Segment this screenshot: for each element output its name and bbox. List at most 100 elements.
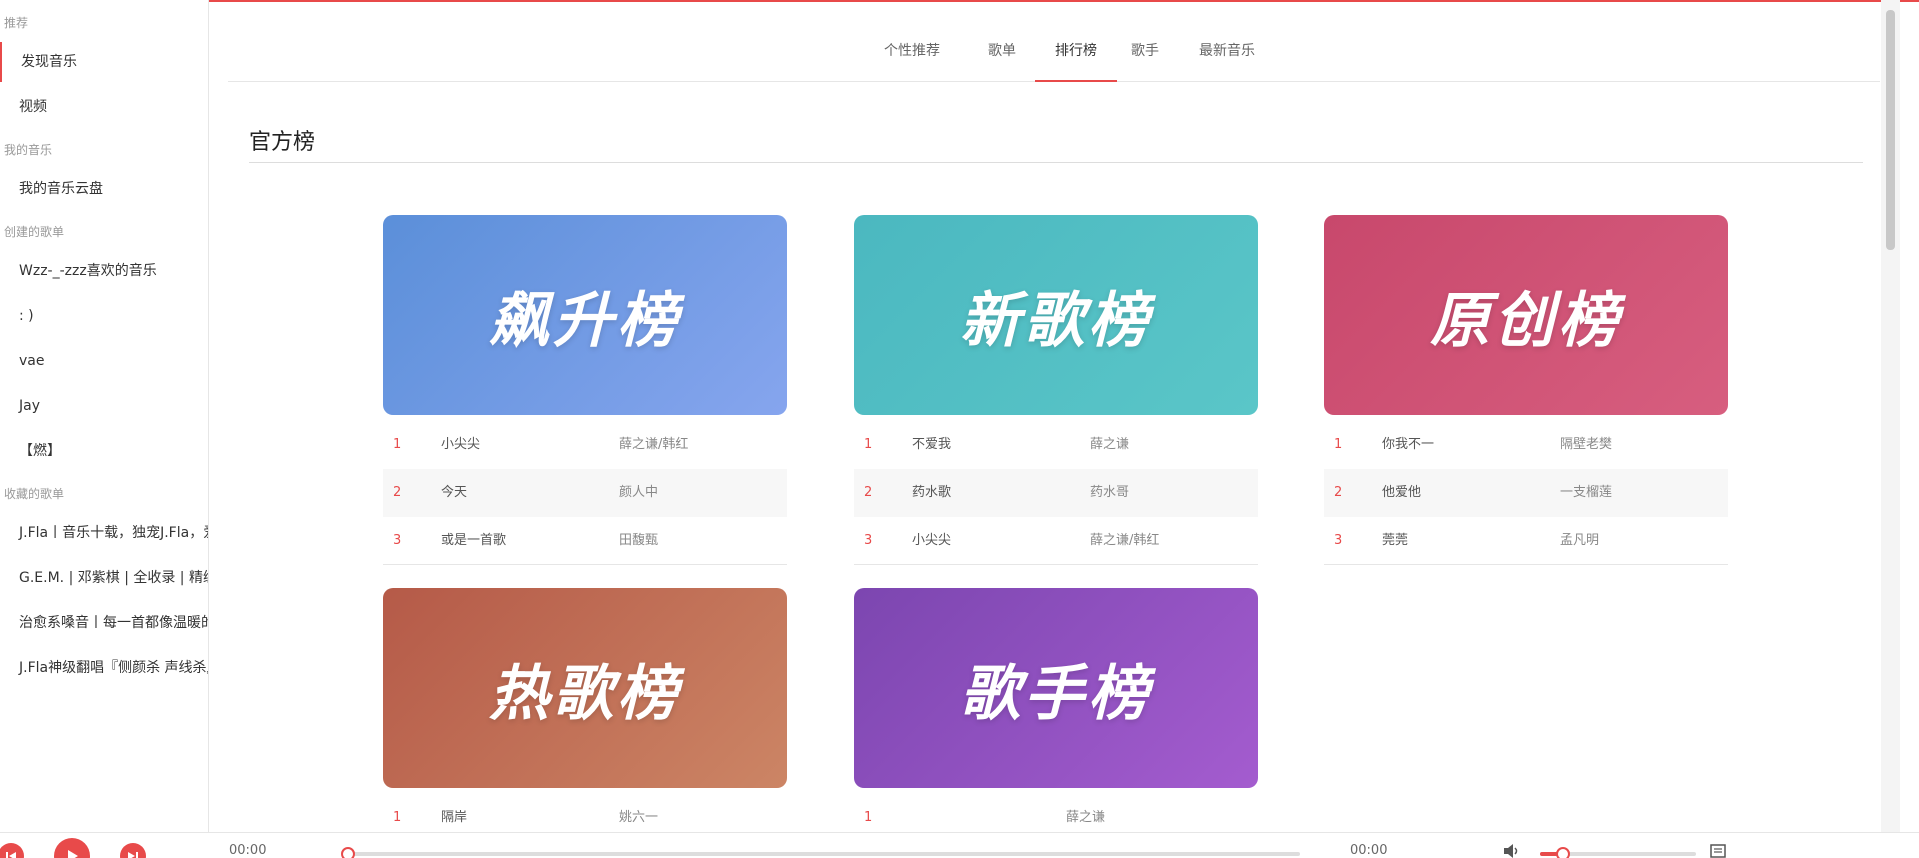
table-row[interactable]: 3 或是一首歌 田馥甄	[383, 517, 787, 565]
next-icon	[128, 852, 138, 858]
table-row[interactable]: 3 莞莞 孟凡明	[1324, 517, 1728, 565]
artist-name: 姚六一	[619, 810, 659, 825]
sidebar-item-heal[interactable]: 治愈系嗓音丨每一首都像温暖的	[0, 603, 208, 643]
artist-name: 一支榴莲	[1560, 485, 1613, 500]
sidebar-item-gem[interactable]: G.E.M. | 邓紫棋 | 全收录 | 精编	[0, 558, 208, 598]
section-title: 官方榜	[249, 130, 316, 155]
progress-knob[interactable]	[341, 847, 355, 858]
song-name: 你我不一	[1382, 437, 1435, 452]
song-name: 他爱他	[1382, 485, 1422, 500]
song-name: 不爱我	[912, 437, 952, 452]
song-name: 小尖尖	[441, 437, 481, 452]
board-cover-title: 热歌榜	[489, 658, 681, 729]
board-cover-title: 原创榜	[1430, 285, 1622, 356]
tab-bar: 个性推荐 歌单 排行榜 歌手 最新音乐	[228, 0, 1880, 82]
sidebar-item-burn[interactable]: 【燃】	[0, 431, 208, 471]
sidebar-section-collected: 收藏的歌单	[4, 487, 65, 501]
rank: 2	[393, 485, 402, 500]
board-cover[interactable]: 歌手榜	[854, 588, 1258, 788]
sidebar-section-created: 创建的歌单	[4, 225, 65, 239]
table-row[interactable]: 2 今天 颜人中	[383, 469, 787, 517]
next-button[interactable]	[120, 843, 146, 858]
table-row[interactable]: 2 他爱他 一支榴莲	[1324, 469, 1728, 517]
sidebar-item-cloud[interactable]: 我的音乐云盘	[0, 169, 208, 209]
sidebar-item-discover[interactable]: 发现音乐	[0, 42, 208, 82]
total-time: 00:00	[1350, 843, 1388, 858]
chart-board-original: 原创榜 1 你我不一 隔壁老樊 2 他爱他 一支榴莲 3 莞莞 孟凡明	[1324, 215, 1728, 565]
chart-board-new: 新歌榜 1 不爱我 薛之谦 2 药水歌 药水哥 3 小尖尖 薛之谦/韩红	[854, 215, 1258, 565]
volume-icon[interactable]	[1503, 843, 1521, 858]
artist-name: 薛之谦/韩红	[619, 437, 689, 452]
table-row[interactable]: 3 小尖尖 薛之谦/韩红	[854, 517, 1258, 565]
board-cover[interactable]: 原创榜	[1324, 215, 1728, 415]
sidebar-item-jfla2[interactable]: J.Fla神级翻唱『侧颜杀 声线杀』	[0, 648, 208, 688]
current-time: 00:00	[229, 843, 267, 858]
sidebar: 推荐 发现音乐 视频 我的音乐 我的音乐云盘 创建的歌单 Wzz-_-zzz喜欢…	[0, 0, 209, 832]
main-content: 个性推荐 歌单 排行榜 歌手 最新音乐 官方榜 飙升榜 1 小尖尖 薛之谦/韩红 2…	[210, 0, 1900, 832]
rank: 2	[864, 485, 873, 500]
board-cover-title: 歌手榜	[960, 658, 1152, 729]
section-divider	[249, 162, 1863, 163]
song-name: 隔岸	[441, 810, 468, 825]
rank: 1	[393, 437, 402, 452]
player-bar: 00:00 00:00	[0, 832, 1919, 858]
rank: 3	[864, 533, 873, 548]
scrollbar-thumb[interactable]	[1886, 10, 1895, 250]
previous-icon	[6, 852, 16, 858]
rank: 3	[1334, 533, 1343, 548]
rank: 2	[1334, 485, 1343, 500]
table-row[interactable]: 1 你我不一 隔壁老樊	[1324, 421, 1728, 469]
artist-name: 孟凡明	[1560, 533, 1600, 548]
artist-name: 薛之谦	[1066, 810, 1106, 825]
chart-board-hot: 热歌榜 1 隔岸 姚六一	[383, 588, 787, 832]
play-button[interactable]	[54, 838, 90, 858]
artist-name: 薛之谦/韩红	[1090, 533, 1160, 548]
sidebar-section-my-music: 我的音乐	[4, 143, 53, 157]
sidebar-item-liked[interactable]: Wzz-_-zzz喜欢的音乐	[0, 251, 208, 291]
tab-personal[interactable]: 个性推荐	[864, 32, 960, 82]
sidebar-item-vae[interactable]: vae	[0, 341, 208, 381]
previous-button[interactable]	[0, 843, 24, 858]
artist-name: 田馥甄	[619, 533, 659, 548]
tab-charts[interactable]: 排行榜	[1035, 32, 1117, 82]
sidebar-item-smile[interactable]: : )	[0, 296, 208, 336]
tab-singers[interactable]: 歌手	[1111, 32, 1179, 82]
rank: 1	[393, 810, 402, 825]
table-row[interactable]: 1 隔岸 姚六一	[383, 794, 787, 832]
table-row[interactable]: 2 药水歌 药水哥	[854, 469, 1258, 517]
chart-board-singer: 歌手榜 1 薛之谦	[854, 588, 1258, 832]
progress-track[interactable]	[341, 847, 1300, 858]
table-row[interactable]: 1 薛之谦	[854, 794, 1258, 832]
song-name: 药水歌	[912, 485, 952, 500]
song-name: 莞莞	[1382, 533, 1409, 548]
artist-name: 隔壁老樊	[1560, 437, 1613, 452]
artist-name: 薛之谦	[1090, 437, 1130, 452]
rank: 1	[864, 810, 873, 825]
sidebar-item-video[interactable]: 视频	[0, 87, 208, 127]
table-row[interactable]: 1 不爱我 薛之谦	[854, 421, 1258, 469]
scrollbar[interactable]	[1881, 0, 1900, 832]
rank: 1	[1334, 437, 1343, 452]
artist-name: 药水哥	[1090, 485, 1130, 500]
board-cover[interactable]: 飙升榜	[383, 215, 787, 415]
board-cover-title: 飙升榜	[489, 285, 681, 356]
song-name: 或是一首歌	[441, 533, 507, 548]
song-name: 今天	[441, 485, 468, 500]
tab-new-music[interactable]: 最新音乐	[1179, 32, 1275, 82]
rank: 3	[393, 533, 402, 548]
artist-name: 颜人中	[619, 485, 659, 500]
volume-knob[interactable]	[1556, 847, 1571, 858]
playlist-icon[interactable]	[1710, 843, 1726, 858]
tab-playlists[interactable]: 歌单	[968, 32, 1036, 82]
volume-slider[interactable]	[1540, 847, 1696, 858]
play-icon	[68, 850, 78, 858]
sidebar-section-recommend: 推荐	[4, 16, 29, 30]
board-cover-title: 新歌榜	[960, 285, 1152, 356]
table-row[interactable]: 1 小尖尖 薛之谦/韩红	[383, 421, 787, 469]
sidebar-item-jay[interactable]: Jay	[0, 386, 208, 426]
board-cover[interactable]: 新歌榜	[854, 215, 1258, 415]
board-cover[interactable]: 热歌榜	[383, 588, 787, 788]
rank: 1	[864, 437, 873, 452]
song-name: 小尖尖	[912, 533, 952, 548]
sidebar-item-jfla[interactable]: J.Fla丨音乐十载，独宠J.Fla，爱	[0, 513, 208, 553]
